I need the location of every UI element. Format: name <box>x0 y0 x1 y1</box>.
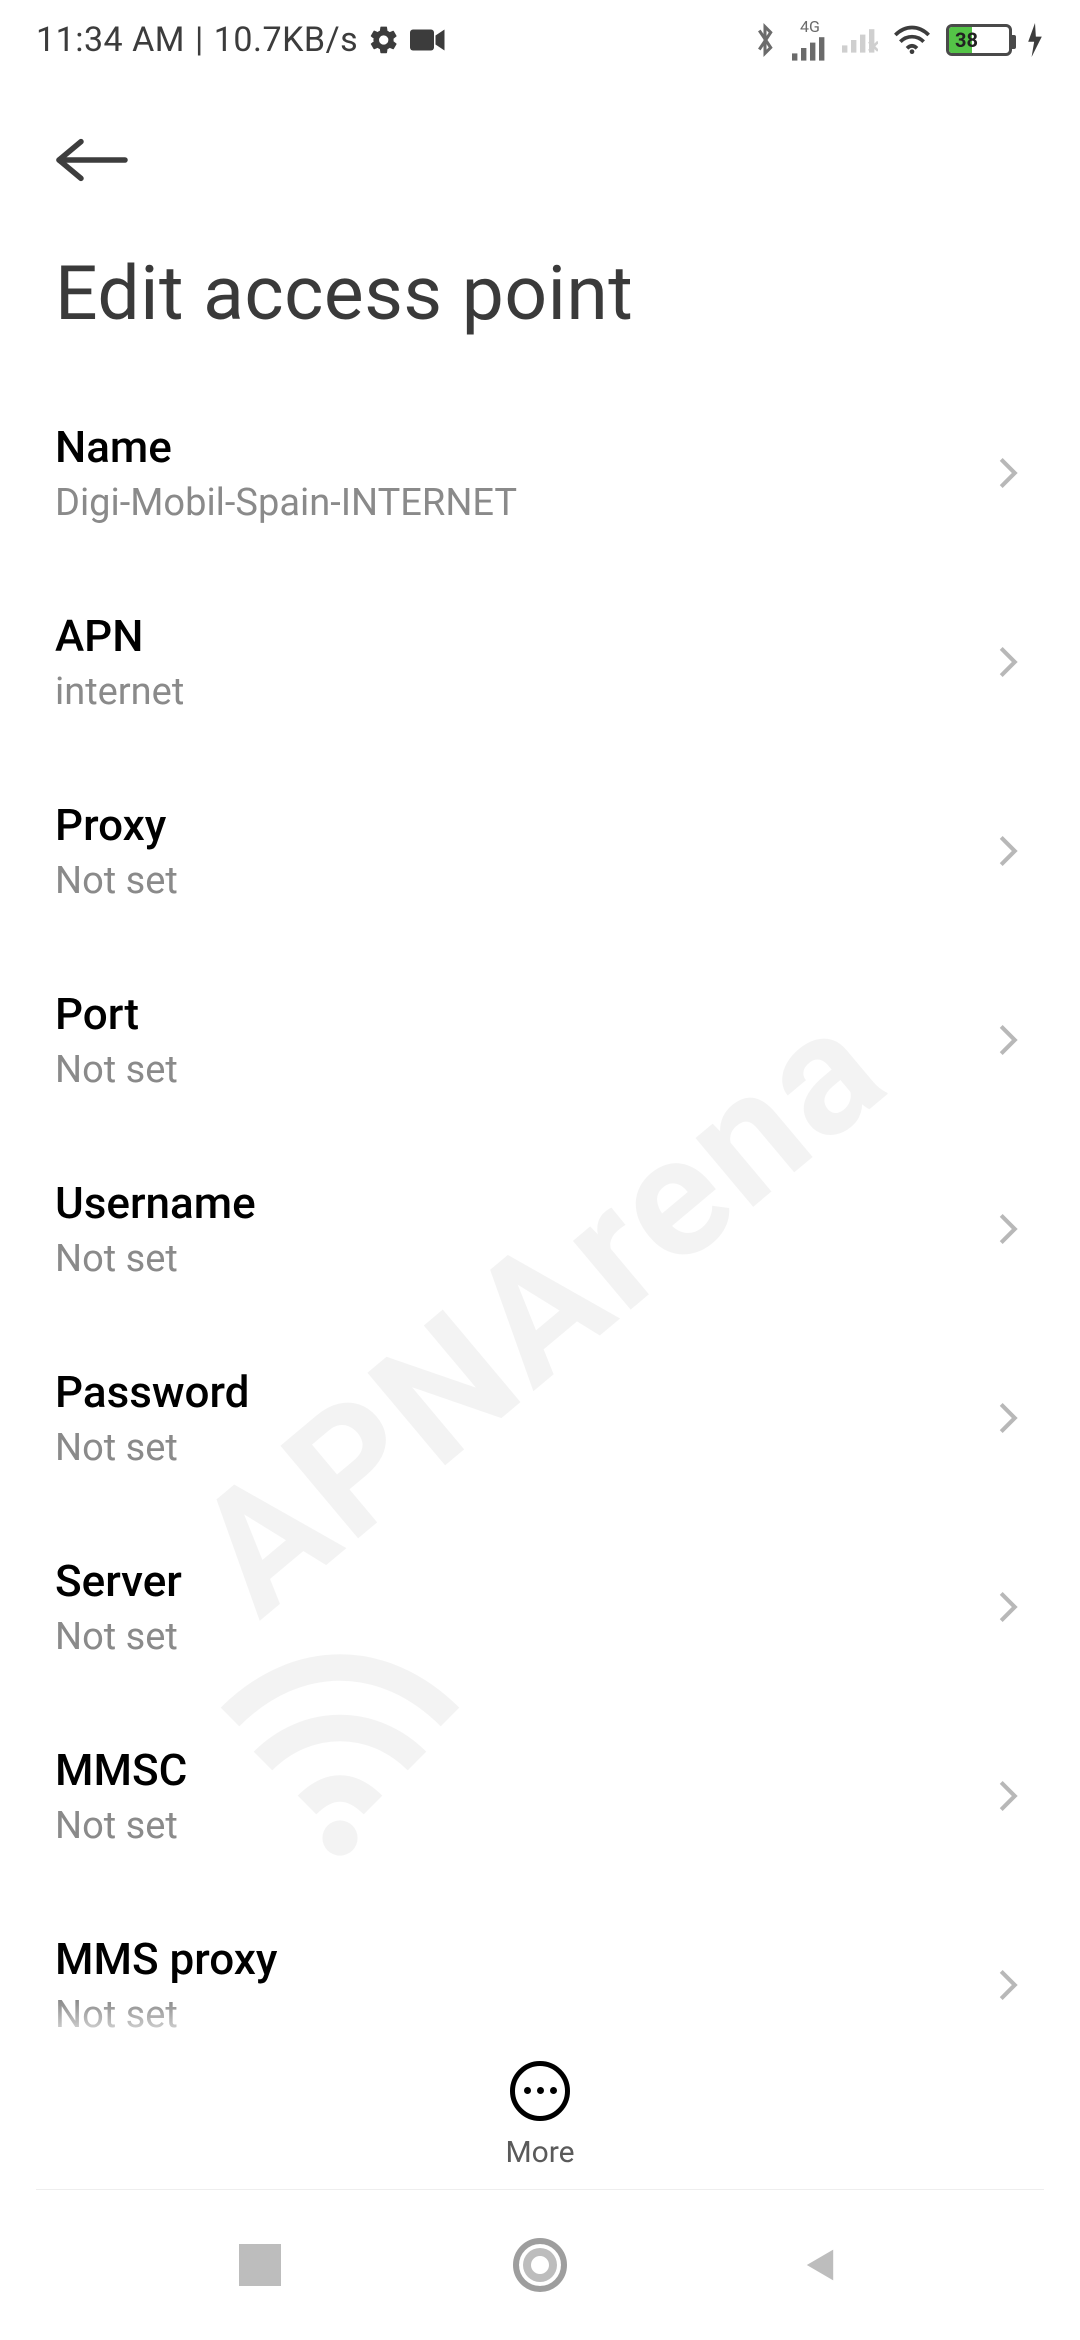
more-icon <box>510 2061 570 2121</box>
row-label: Server <box>55 1554 182 1609</box>
page-title: Edit access point <box>0 200 1080 378</box>
network-badge: 4G <box>800 19 820 35</box>
chevron-right-icon <box>991 456 1025 490</box>
row-texts: MMS proxy Not set <box>55 1932 277 2037</box>
chevron-right-icon <box>991 1968 1025 2002</box>
row-texts: MMSC Not set <box>55 1743 187 1848</box>
chevron-right-icon <box>991 1779 1025 1813</box>
header <box>0 80 1080 200</box>
signal-4g-icon: 4G <box>792 19 828 61</box>
chevron-right-icon <box>991 1023 1025 1057</box>
row-label: APN <box>55 609 184 664</box>
row-label: MMSC <box>55 1743 187 1798</box>
row-password[interactable]: Password Not set <box>55 1323 1025 1512</box>
row-texts: Password Not set <box>55 1365 249 1470</box>
status-time: 11:34 AM <box>36 20 185 60</box>
status-left: 11:34 AM | 10.7KB/s <box>36 20 446 60</box>
battery-icon: 38 <box>946 24 1012 56</box>
back-button[interactable] <box>55 120 135 200</box>
battery-percent: 38 <box>955 30 978 50</box>
status-bar: 11:34 AM | 10.7KB/s 4G 38 <box>0 0 1080 80</box>
row-value: Not set <box>55 1993 277 2037</box>
chevron-right-icon <box>991 1401 1025 1435</box>
row-texts: Port Not set <box>55 987 178 1092</box>
row-username[interactable]: Username Not set <box>55 1134 1025 1323</box>
chevron-right-icon <box>991 645 1025 679</box>
system-nav-bar <box>0 2190 1080 2340</box>
row-value: Not set <box>55 1048 178 1092</box>
row-name[interactable]: Name Digi-Mobil-Spain-INTERNET <box>55 378 1025 567</box>
row-label: Password <box>55 1365 249 1420</box>
row-label: Username <box>55 1176 256 1231</box>
row-texts: Name Digi-Mobil-Spain-INTERNET <box>55 420 517 525</box>
bluetooth-icon <box>752 21 778 59</box>
row-value: Digi-Mobil-Spain-INTERNET <box>55 481 517 525</box>
row-value: Not set <box>55 1804 187 1848</box>
gear-icon <box>368 24 400 56</box>
status-right: 4G 38 <box>752 19 1044 61</box>
row-texts: APN internet <box>55 609 184 714</box>
row-port[interactable]: Port Not set <box>55 945 1025 1134</box>
row-value: Not set <box>55 1426 249 1470</box>
nav-recent-button[interactable] <box>225 2230 295 2300</box>
status-separator: | <box>195 20 204 60</box>
row-value: internet <box>55 670 184 714</box>
row-apn[interactable]: APN internet <box>55 567 1025 756</box>
chevron-right-icon <box>991 1212 1025 1246</box>
chevron-right-icon <box>991 1590 1025 1624</box>
row-label: MMS proxy <box>55 1932 277 1987</box>
row-mmsc[interactable]: MMSC Not set <box>55 1701 1025 1890</box>
row-texts: Server Not set <box>55 1554 182 1659</box>
more-button[interactable]: More <box>0 2040 1080 2190</box>
row-proxy[interactable]: Proxy Not set <box>55 756 1025 945</box>
row-texts: Proxy Not set <box>55 798 178 903</box>
row-label: Proxy <box>55 798 178 853</box>
row-server[interactable]: Server Not set <box>55 1512 1025 1701</box>
status-netspeed: 10.7KB/s <box>214 20 358 60</box>
row-label: Port <box>55 987 178 1042</box>
settings-list: Name Digi-Mobil-Spain-INTERNET APN inter… <box>0 378 1080 2079</box>
charging-icon <box>1026 23 1044 57</box>
row-texts: Username Not set <box>55 1176 256 1281</box>
wifi-icon <box>892 24 932 56</box>
more-label: More <box>505 2135 574 2170</box>
nav-home-button[interactable] <box>505 2230 575 2300</box>
row-label: Name <box>55 420 517 475</box>
nav-back-button[interactable] <box>785 2230 855 2300</box>
signal-nosim-icon <box>842 25 878 55</box>
camera-icon <box>410 27 446 53</box>
row-value: Not set <box>55 859 178 903</box>
chevron-right-icon <box>991 834 1025 868</box>
row-value: Not set <box>55 1237 256 1281</box>
row-value: Not set <box>55 1615 182 1659</box>
